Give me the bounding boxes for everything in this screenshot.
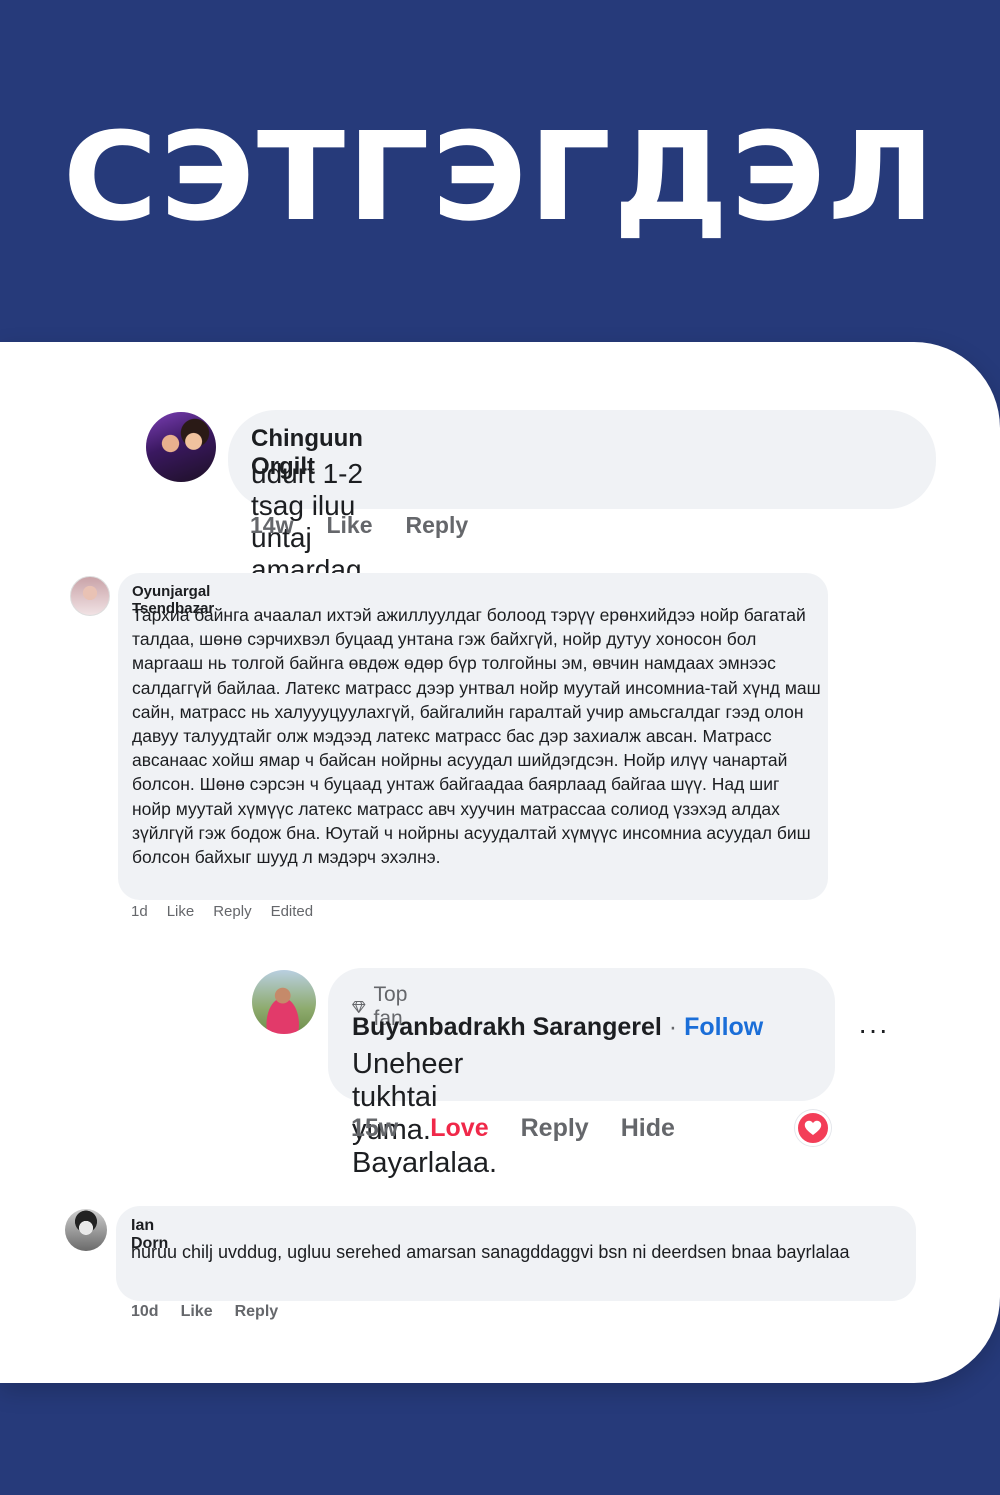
heart-icon: [804, 1120, 822, 1135]
page-title: СЭТГЭГДЭЛ: [62, 106, 938, 248]
comment-text: Тархиа байнга ачаалал ихтэй ажиллуулдаг …: [132, 605, 821, 868]
reply-button[interactable]: Reply: [213, 903, 251, 920]
comment-actions: 1d Like Reply Edited: [131, 903, 332, 920]
comment-actions: 15w Love Reply Hide: [351, 1114, 707, 1143]
comment-actions: 14w Like Reply: [250, 512, 501, 539]
avatar[interactable]: [70, 576, 110, 616]
more-options-icon[interactable]: ···: [858, 1014, 889, 1046]
hide-button[interactable]: Hide: [621, 1114, 675, 1143]
like-button[interactable]: Like: [181, 1303, 213, 1321]
like-button[interactable]: Like: [326, 512, 372, 539]
separator-dot: ·: [668, 1013, 678, 1041]
comment-timestamp[interactable]: 10d: [131, 1303, 159, 1321]
comment-timestamp[interactable]: 15w: [351, 1114, 398, 1143]
comment-actions: 10d Like Reply: [131, 1303, 300, 1321]
comment-timestamp[interactable]: 1d: [131, 903, 148, 920]
heart-reaction-icon[interactable]: [795, 1110, 831, 1146]
follow-button[interactable]: Follow: [684, 1013, 763, 1041]
avatar[interactable]: [146, 412, 216, 482]
comment-timestamp[interactable]: 14w: [250, 512, 293, 539]
reply-button[interactable]: Reply: [235, 1303, 279, 1321]
author-row: Buyanbadrakh Sarangerel · Follow: [352, 1013, 763, 1042]
header-banner: СЭТГЭГДЭЛ: [0, 0, 1000, 342]
avatar[interactable]: [252, 970, 316, 1034]
comment-author[interactable]: Buyanbadrakh Sarangerel: [352, 1013, 662, 1041]
avatar[interactable]: [65, 1209, 107, 1251]
edited-label[interactable]: Edited: [271, 903, 314, 920]
comment-text: nuruu chilj uvddug, ugluu serehed amarsa…: [131, 1242, 850, 1262]
reply-button[interactable]: Reply: [521, 1114, 589, 1143]
like-button[interactable]: Like: [167, 903, 195, 920]
love-button[interactable]: Love: [430, 1114, 488, 1143]
reply-button[interactable]: Reply: [406, 512, 469, 539]
